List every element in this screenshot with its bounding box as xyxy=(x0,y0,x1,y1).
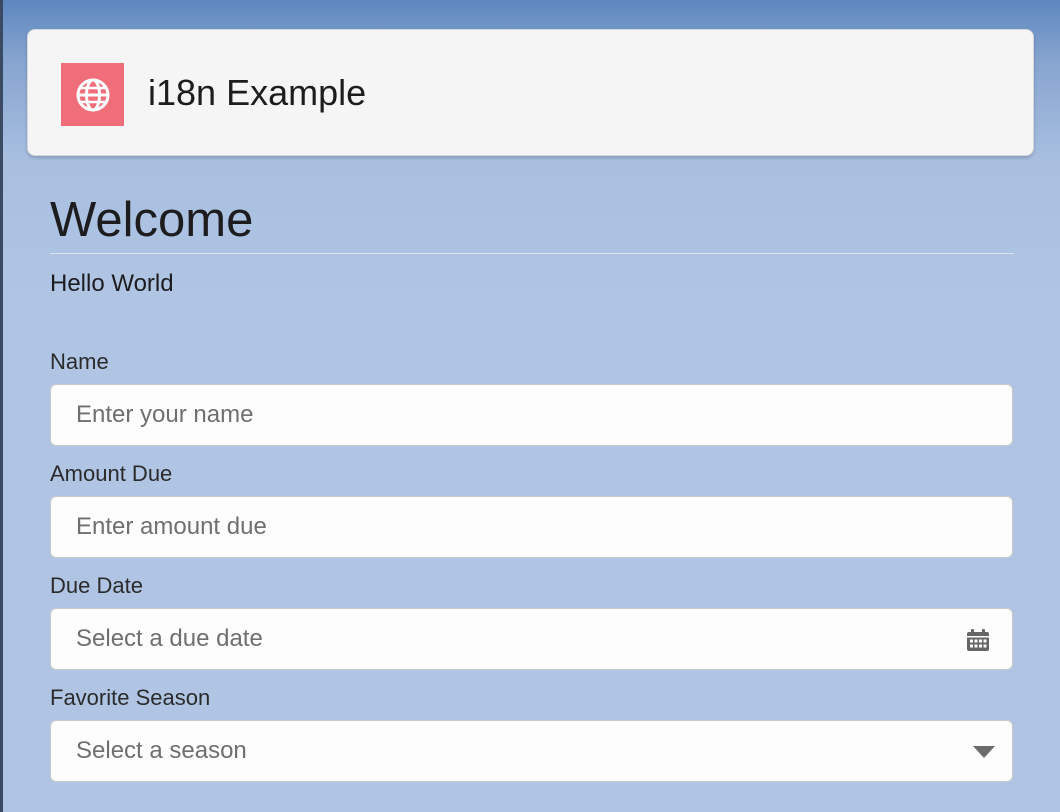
due-date-field-wrapper xyxy=(50,608,1013,670)
app-header: i18n Example xyxy=(27,29,1034,156)
amount-due-label: Amount Due xyxy=(50,461,173,486)
name-input[interactable] xyxy=(51,385,1012,445)
amount-due-input[interactable] xyxy=(51,497,1012,557)
name-field-wrapper xyxy=(50,384,1013,446)
app-title: i18n Example xyxy=(148,72,367,113)
due-date-input[interactable] xyxy=(51,609,1012,669)
window-edge xyxy=(0,0,3,812)
favorite-season-label: Favorite Season xyxy=(50,685,211,710)
page-title: Welcome xyxy=(50,188,1014,254)
greeting-text: Hello World xyxy=(50,270,174,297)
globe-icon xyxy=(61,63,124,126)
chevron-down-icon xyxy=(973,746,995,758)
amount-due-field-wrapper xyxy=(50,496,1013,558)
due-date-label: Due Date xyxy=(50,573,143,598)
favorite-season-select[interactable]: Select a season xyxy=(50,720,1013,782)
calendar-icon[interactable] xyxy=(966,628,990,652)
name-label: Name xyxy=(50,349,109,374)
season-select-value: Select a season xyxy=(76,737,247,764)
